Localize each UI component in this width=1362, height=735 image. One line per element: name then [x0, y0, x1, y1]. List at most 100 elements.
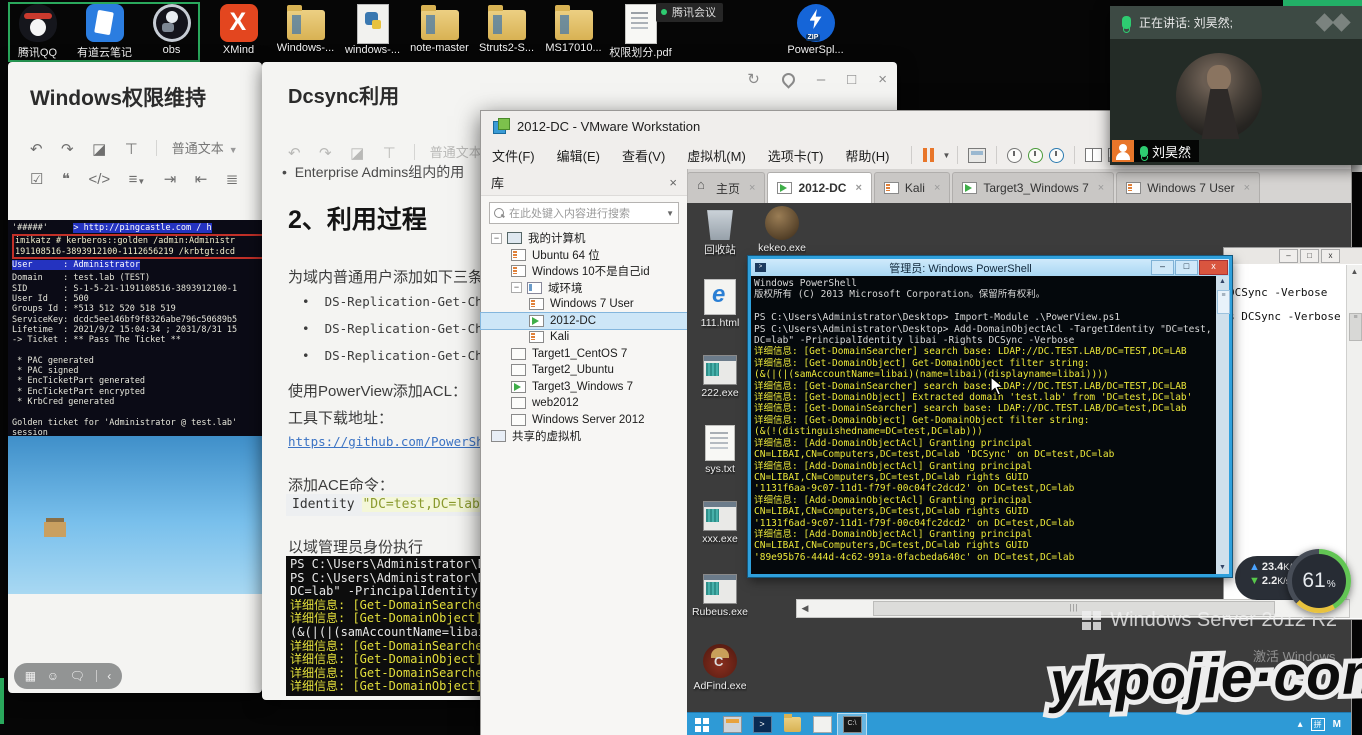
- library-close-icon[interactable]: ×: [669, 175, 677, 190]
- folder-icon[interactable]: Windows-...: [272, 4, 339, 60]
- menu-item[interactable]: 选项卡(T): [757, 146, 835, 165]
- exe-file-icon[interactable]: 222.exe: [691, 352, 749, 425]
- folder-icon[interactable]: note-master: [406, 4, 473, 60]
- minimize-button[interactable]: –: [817, 71, 825, 88]
- eraser-icon[interactable]: ◪: [350, 144, 364, 162]
- powershell-taskbar-icon[interactable]: >: [747, 713, 777, 735]
- maximize-button[interactable]: □: [1175, 260, 1198, 275]
- vm-tree-item[interactable]: Ubuntu 64 位: [481, 247, 687, 264]
- redo-icon[interactable]: ↷: [319, 144, 332, 162]
- indent-decrease-icon[interactable]: ⇤: [195, 170, 208, 188]
- vm-tab[interactable]: 主页 ×: [687, 172, 765, 203]
- vm-tree-item[interactable]: Target1_CentOS 7: [481, 346, 687, 363]
- powershell-window[interactable]: > 管理员: Windows PowerShell – □ x Windows …: [748, 256, 1232, 577]
- align-icon[interactable]: ≡▼: [129, 171, 146, 188]
- vm-tab[interactable]: Target3_Windows 7 ×: [952, 172, 1114, 203]
- vm-tree-item[interactable]: Windows 10不是自己id: [481, 263, 687, 280]
- show-library-icon[interactable]: [1085, 148, 1102, 162]
- folder-icon[interactable]: MS17010...: [540, 4, 607, 60]
- vm-tree-item[interactable]: Windows Server 2012: [481, 412, 687, 429]
- server-manager-taskbar-icon[interactable]: [717, 713, 747, 735]
- revert-snapshot-icon[interactable]: [1028, 148, 1043, 163]
- vm-tree-item[interactable]: Target3_Windows 7: [481, 379, 687, 396]
- paragraph-style-select[interactable]: 普通文本▼: [172, 138, 238, 157]
- vm-tree-item[interactable]: 域环境: [481, 280, 687, 297]
- tab-close-icon[interactable]: ×: [749, 182, 755, 194]
- collapse-chevron-icon[interactable]: ‹: [107, 670, 111, 682]
- vm-tab[interactable]: Kali ×: [874, 172, 950, 203]
- qq-icon[interactable]: 腾讯QQ: [4, 4, 71, 60]
- vm-tree-item[interactable]: 共享的虚拟机: [481, 428, 687, 445]
- format-painter-icon[interactable]: ⊤: [125, 140, 138, 158]
- quote-icon[interactable]: ❝: [62, 170, 70, 188]
- menu-item[interactable]: 文件(F): [481, 146, 546, 165]
- pause-vm-button[interactable]: [919, 148, 938, 162]
- zip-archive-icon[interactable]: PowerSpl...: [782, 4, 849, 60]
- undo-icon[interactable]: ↶: [30, 140, 43, 158]
- menu-item[interactable]: 编辑(E): [546, 146, 611, 165]
- chat-icon[interactable]: 🗨: [70, 670, 85, 682]
- exe-file-icon[interactable]: xxx.exe: [691, 498, 749, 571]
- scrollbar-thumb[interactable]: ≡: [1217, 290, 1230, 314]
- code-icon[interactable]: </>: [88, 171, 110, 188]
- tab-close-icon[interactable]: ×: [855, 182, 861, 194]
- pin-icon[interactable]: [779, 70, 797, 88]
- youdao-note-icon[interactable]: 有道云笔记: [71, 4, 138, 60]
- tab-close-icon[interactable]: ×: [1244, 182, 1250, 194]
- exe-file-icon[interactable]: Rubeus.exe: [691, 571, 749, 644]
- vm-tree-item[interactable]: web2012: [481, 395, 687, 412]
- chevron-down-icon[interactable]: ▼: [942, 151, 950, 160]
- recycle-bin-icon[interactable]: 回收站: [691, 206, 749, 279]
- indent-increase-icon[interactable]: ⇥: [164, 170, 177, 188]
- menu-item[interactable]: 查看(V): [611, 146, 676, 165]
- take-snapshot-icon[interactable]: [1007, 148, 1022, 163]
- vm-tree-item[interactable]: Target2_Ubuntu: [481, 362, 687, 379]
- checkbox-icon[interactable]: ☑: [30, 170, 43, 188]
- close-button[interactable]: ×: [878, 71, 887, 88]
- meeting-overlay[interactable]: 正在讲话: 刘昊然; 刘昊然: [1110, 6, 1362, 165]
- vertical-scrollbar[interactable]: ▲ ≡ ▼: [1216, 276, 1229, 574]
- eraser-icon[interactable]: ◪: [92, 140, 106, 158]
- meeting-running-badge[interactable]: 腾讯会议: [656, 3, 723, 22]
- xmind-icon[interactable]: XMind: [205, 4, 272, 60]
- emoji-icon[interactable]: ☺: [47, 670, 59, 682]
- input-indicator-icon[interactable]: 拼: [1311, 718, 1325, 731]
- undo-icon[interactable]: ↶: [288, 144, 301, 162]
- manage-snapshots-icon[interactable]: [1049, 148, 1064, 163]
- sync-icon[interactable]: ↻: [747, 70, 760, 88]
- apps-grid-icon[interactable]: ▦: [25, 670, 36, 682]
- explorer-taskbar-icon[interactable]: [777, 713, 807, 735]
- redo-icon[interactable]: ↷: [61, 140, 74, 158]
- folder-icon[interactable]: Struts2-S...: [473, 4, 540, 60]
- vertical-scrollbar[interactable]: ▲ ≡: [1346, 265, 1362, 618]
- minimize-button[interactable]: –: [1151, 260, 1174, 275]
- obs-icon[interactable]: obs: [138, 4, 205, 60]
- vm-tree-item[interactable]: 我的计算机: [481, 230, 687, 247]
- library-search-input[interactable]: 在此处键入内容进行搜索 ▼: [489, 202, 679, 224]
- close-button[interactable]: x: [1321, 249, 1340, 263]
- menu-item[interactable]: 帮助(H): [834, 146, 900, 165]
- vm-tab[interactable]: Windows 7 User ×: [1116, 172, 1260, 203]
- maximize-button[interactable]: □: [1300, 249, 1319, 263]
- performance-circle[interactable]: 61%: [1287, 549, 1351, 613]
- vm-tree-item[interactable]: Kali: [481, 329, 687, 346]
- tray-chevron-icon[interactable]: ▴: [1298, 719, 1303, 730]
- chevron-down-icon[interactable]: ▼: [666, 209, 674, 218]
- maximize-button[interactable]: □: [847, 71, 856, 88]
- tab-close-icon[interactable]: ×: [1098, 182, 1104, 194]
- html-file-icon[interactable]: 111.html: [691, 279, 749, 352]
- notepad-taskbar-icon[interactable]: [807, 713, 837, 735]
- scrollbar-thumb[interactable]: ≡: [1349, 313, 1362, 341]
- adfind-icon[interactable]: AdFind.exe: [691, 644, 749, 717]
- text-file-icon[interactable]: sys.txt: [691, 425, 749, 498]
- start-button[interactable]: [687, 713, 717, 735]
- vm-tree-item[interactable]: Windows 7 User: [481, 296, 687, 313]
- minimize-button[interactable]: –: [1279, 249, 1298, 263]
- scroll-left-icon[interactable]: ◀: [797, 603, 813, 614]
- menu-item[interactable]: 虚拟机(M): [676, 146, 757, 165]
- ime-mode-icon[interactable]: M: [1333, 719, 1341, 730]
- scroll-up-icon[interactable]: ▲: [1347, 265, 1362, 279]
- close-button[interactable]: x: [1199, 260, 1228, 275]
- scroll-up-icon[interactable]: ▲: [1216, 276, 1229, 288]
- scroll-down-icon[interactable]: ▼: [1216, 562, 1229, 574]
